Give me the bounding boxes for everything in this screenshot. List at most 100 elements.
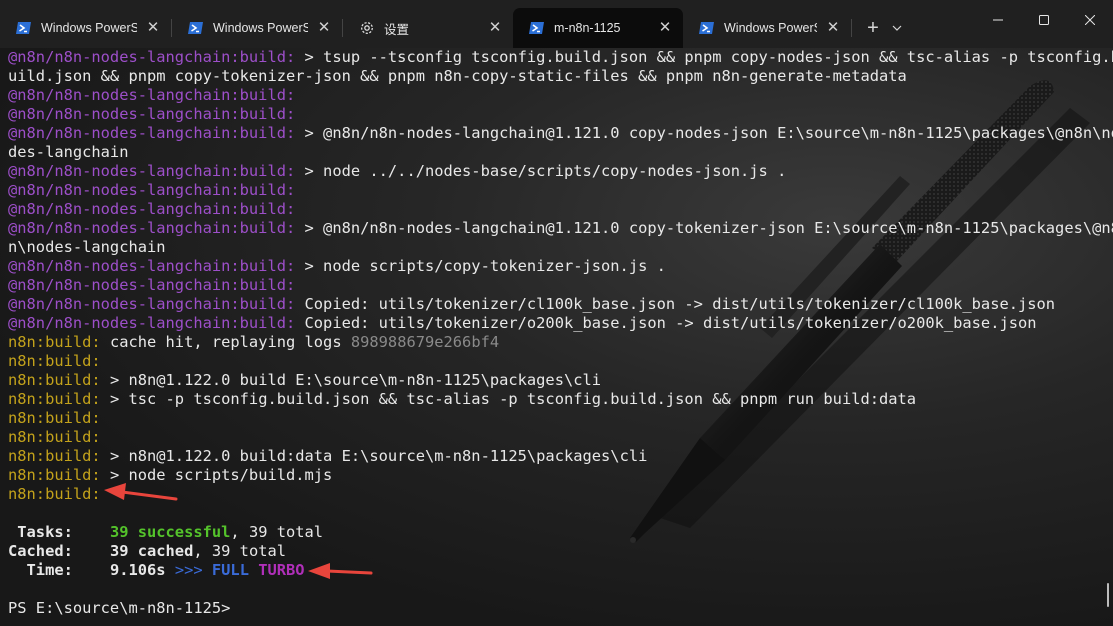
gear-icon	[361, 22, 373, 34]
terminal-text: > node scripts/copy-tokenizer-json.js .	[295, 257, 666, 275]
terminal-text: @n8n/n8n-nodes-langchain:build:	[8, 86, 296, 104]
terminal-line: @n8n/n8n-nodes-langchain:build: > node .…	[8, 162, 1106, 181]
tab-settings[interactable]: 设置 ✕	[343, 8, 513, 48]
powershell-icon	[16, 22, 31, 34]
powershell-icon	[529, 22, 544, 34]
terminal-text: , 39 total	[193, 542, 287, 560]
terminal-text: n8n:build:	[8, 428, 101, 446]
close-icon[interactable]: ✕	[316, 20, 332, 36]
terminal-text: n8n:build:	[8, 352, 101, 370]
terminal-line: n8n:build:	[8, 352, 1106, 371]
terminal-text: n8n:build:	[8, 333, 101, 351]
terminal-line: @n8n/n8n-nodes-langchain:build:	[8, 181, 1106, 200]
minimize-button[interactable]	[975, 0, 1021, 40]
terminal-pane[interactable]: @n8n/n8n-nodes-langchain:build: > tsup -…	[0, 48, 1113, 626]
terminal-text: n8n:build:	[8, 390, 101, 408]
terminal-text: Tasks:	[8, 523, 110, 541]
terminal-text: @n8n/n8n-nodes-langchain:build:	[8, 124, 296, 142]
powershell-icon	[188, 22, 203, 34]
terminal-text: 39 successful	[109, 523, 231, 541]
terminal-line: @n8n/n8n-nodes-langchain:build: > node s…	[8, 257, 1106, 276]
scrollbar[interactable]	[1107, 583, 1109, 607]
terminal-line: @n8n/n8n-nodes-langchain:build: Copied: …	[8, 295, 1106, 314]
terminal-text: , 39 total	[230, 523, 324, 541]
terminal-text: @n8n/n8n-nodes-langchain:build:	[8, 219, 296, 237]
tab-separator	[851, 19, 852, 37]
terminal-text: 9.106s	[109, 561, 175, 579]
terminal-text: PS E:\source\m-n8n-1125>	[8, 599, 231, 617]
terminal-text: @n8n/n8n-nodes-langchain:build:	[8, 162, 296, 180]
terminal-line: @n8n/n8n-nodes-langchain:build: > @n8n/n…	[8, 124, 1113, 143]
terminal-text: des-langchain	[8, 143, 129, 161]
terminal-text: Time:	[8, 561, 110, 579]
powershell-icon	[699, 22, 714, 34]
terminal-text: > @n8n/n8n-nodes-langchain@1.121.0 copy-…	[295, 124, 1113, 142]
terminal-text: n8n:build:	[8, 485, 101, 503]
terminal-text: > @n8n/n8n-nodes-langchain@1.121.0 copy-…	[295, 219, 1113, 237]
terminal-line: @n8n/n8n-nodes-langchain:build:	[8, 276, 1106, 295]
terminal-text: > node ../../nodes-base/scripts/copy-nod…	[295, 162, 787, 180]
tab-m-n8n-1125[interactable]: m-n8n-1125 ✕	[513, 8, 683, 48]
tab-title: 设置	[384, 22, 410, 37]
terminal-text: 39 cached	[109, 542, 194, 560]
minimize-icon	[993, 19, 1003, 21]
close-icon[interactable]: ✕	[487, 20, 503, 36]
terminal-text: > tsup --tsconfig tsconfig.build.json &&…	[295, 48, 1113, 66]
terminal-text: TURBO	[258, 561, 305, 579]
tab-title: Windows PowerSh	[213, 21, 308, 35]
close-window-button[interactable]	[1067, 0, 1113, 40]
terminal-line: n8n:build: > n8n@1.122.0 build E:\source…	[8, 371, 1106, 390]
terminal-text: @n8n/n8n-nodes-langchain:build:	[8, 257, 296, 275]
tab-windows-powershell-3[interactable]: Windows PowerSh ✕	[683, 8, 851, 48]
terminal-line: Tasks: 39 successful, 39 total	[8, 523, 1106, 542]
terminal-line: uild.json && pnpm copy-tokenizer-json &&…	[8, 67, 1106, 86]
close-icon[interactable]: ✕	[657, 20, 673, 36]
tab-title: Windows PowerSh	[724, 21, 817, 35]
terminal-text: @n8n/n8n-nodes-langchain:build:	[8, 181, 296, 199]
terminal-text: > n8n@1.122.0 build E:\source\m-n8n-1125…	[100, 371, 602, 389]
tab-windows-powershell-2[interactable]: Windows PowerSh ✕	[172, 8, 342, 48]
terminal-line: n8n:build: cache hit, replaying logs 898…	[8, 333, 1106, 352]
chevron-down-icon[interactable]	[886, 13, 908, 43]
terminal-line: @n8n/n8n-nodes-langchain:build:	[8, 86, 1106, 105]
terminal-text: n8n:build:	[8, 371, 101, 389]
terminal-text: @n8n/n8n-nodes-langchain:build:	[8, 295, 296, 313]
close-icon[interactable]: ✕	[825, 20, 841, 36]
maximize-button[interactable]	[1021, 0, 1067, 40]
terminal-text: 898988679e266bf4	[350, 333, 500, 351]
terminal-line: PS E:\source\m-n8n-1125>	[8, 599, 1106, 618]
maximize-icon	[1039, 15, 1049, 25]
new-tab-button[interactable]: +	[860, 13, 886, 43]
terminal-line: n8n:build: > tsc -p tsconfig.build.json …	[8, 390, 1106, 409]
terminal-line: Time: 9.106s >>> FULL TURBO	[8, 561, 1106, 580]
terminal-text: n\nodes-langchain	[8, 238, 166, 256]
close-icon	[1085, 15, 1095, 25]
terminal-line: n\nodes-langchain	[8, 238, 1106, 257]
terminal-text: @n8n/n8n-nodes-langchain:build:	[8, 105, 296, 123]
tab-windows-powershell-1[interactable]: Windows PowerSh ✕	[0, 8, 171, 48]
terminal-text: Copied: utils/tokenizer/o200k_base.json …	[295, 314, 1037, 332]
terminal-text: Cached:	[8, 542, 110, 560]
terminal-text: @n8n/n8n-nodes-langchain:build:	[8, 276, 296, 294]
terminal-text: Copied: utils/tokenizer/cl100k_base.json…	[295, 295, 1056, 313]
terminal-output: @n8n/n8n-nodes-langchain:build: > tsup -…	[8, 48, 1113, 618]
terminal-line: @n8n/n8n-nodes-langchain:build: > tsup -…	[8, 48, 1113, 67]
terminal-text: FULL	[211, 561, 259, 579]
terminal-text: >>>	[174, 561, 212, 579]
terminal-text: uild.json && pnpm copy-tokenizer-json &&…	[8, 67, 907, 85]
terminal-line: n8n:build:	[8, 409, 1106, 428]
terminal-text: @n8n/n8n-nodes-langchain:build:	[8, 48, 296, 66]
tab-bar: Windows PowerSh ✕ Windows PowerSh ✕ 设置 ✕…	[0, 0, 1113, 48]
terminal-text: n8n:build:	[8, 447, 101, 465]
terminal-line: n8n:build: > n8n@1.122.0 build:data E:\s…	[8, 447, 1106, 466]
close-icon[interactable]: ✕	[145, 20, 161, 36]
terminal-line: Cached: 39 cached, 39 total	[8, 542, 1106, 561]
terminal-line: @n8n/n8n-nodes-langchain:build:	[8, 200, 1106, 219]
window-controls	[975, 0, 1113, 40]
terminal-line: des-langchain	[8, 143, 1106, 162]
terminal-text: > tsc -p tsconfig.build.json && tsc-alia…	[100, 390, 917, 408]
terminal-text: @n8n/n8n-nodes-langchain:build:	[8, 200, 296, 218]
terminal-text: > n8n@1.122.0 build:data E:\source\m-n8n…	[100, 447, 648, 465]
